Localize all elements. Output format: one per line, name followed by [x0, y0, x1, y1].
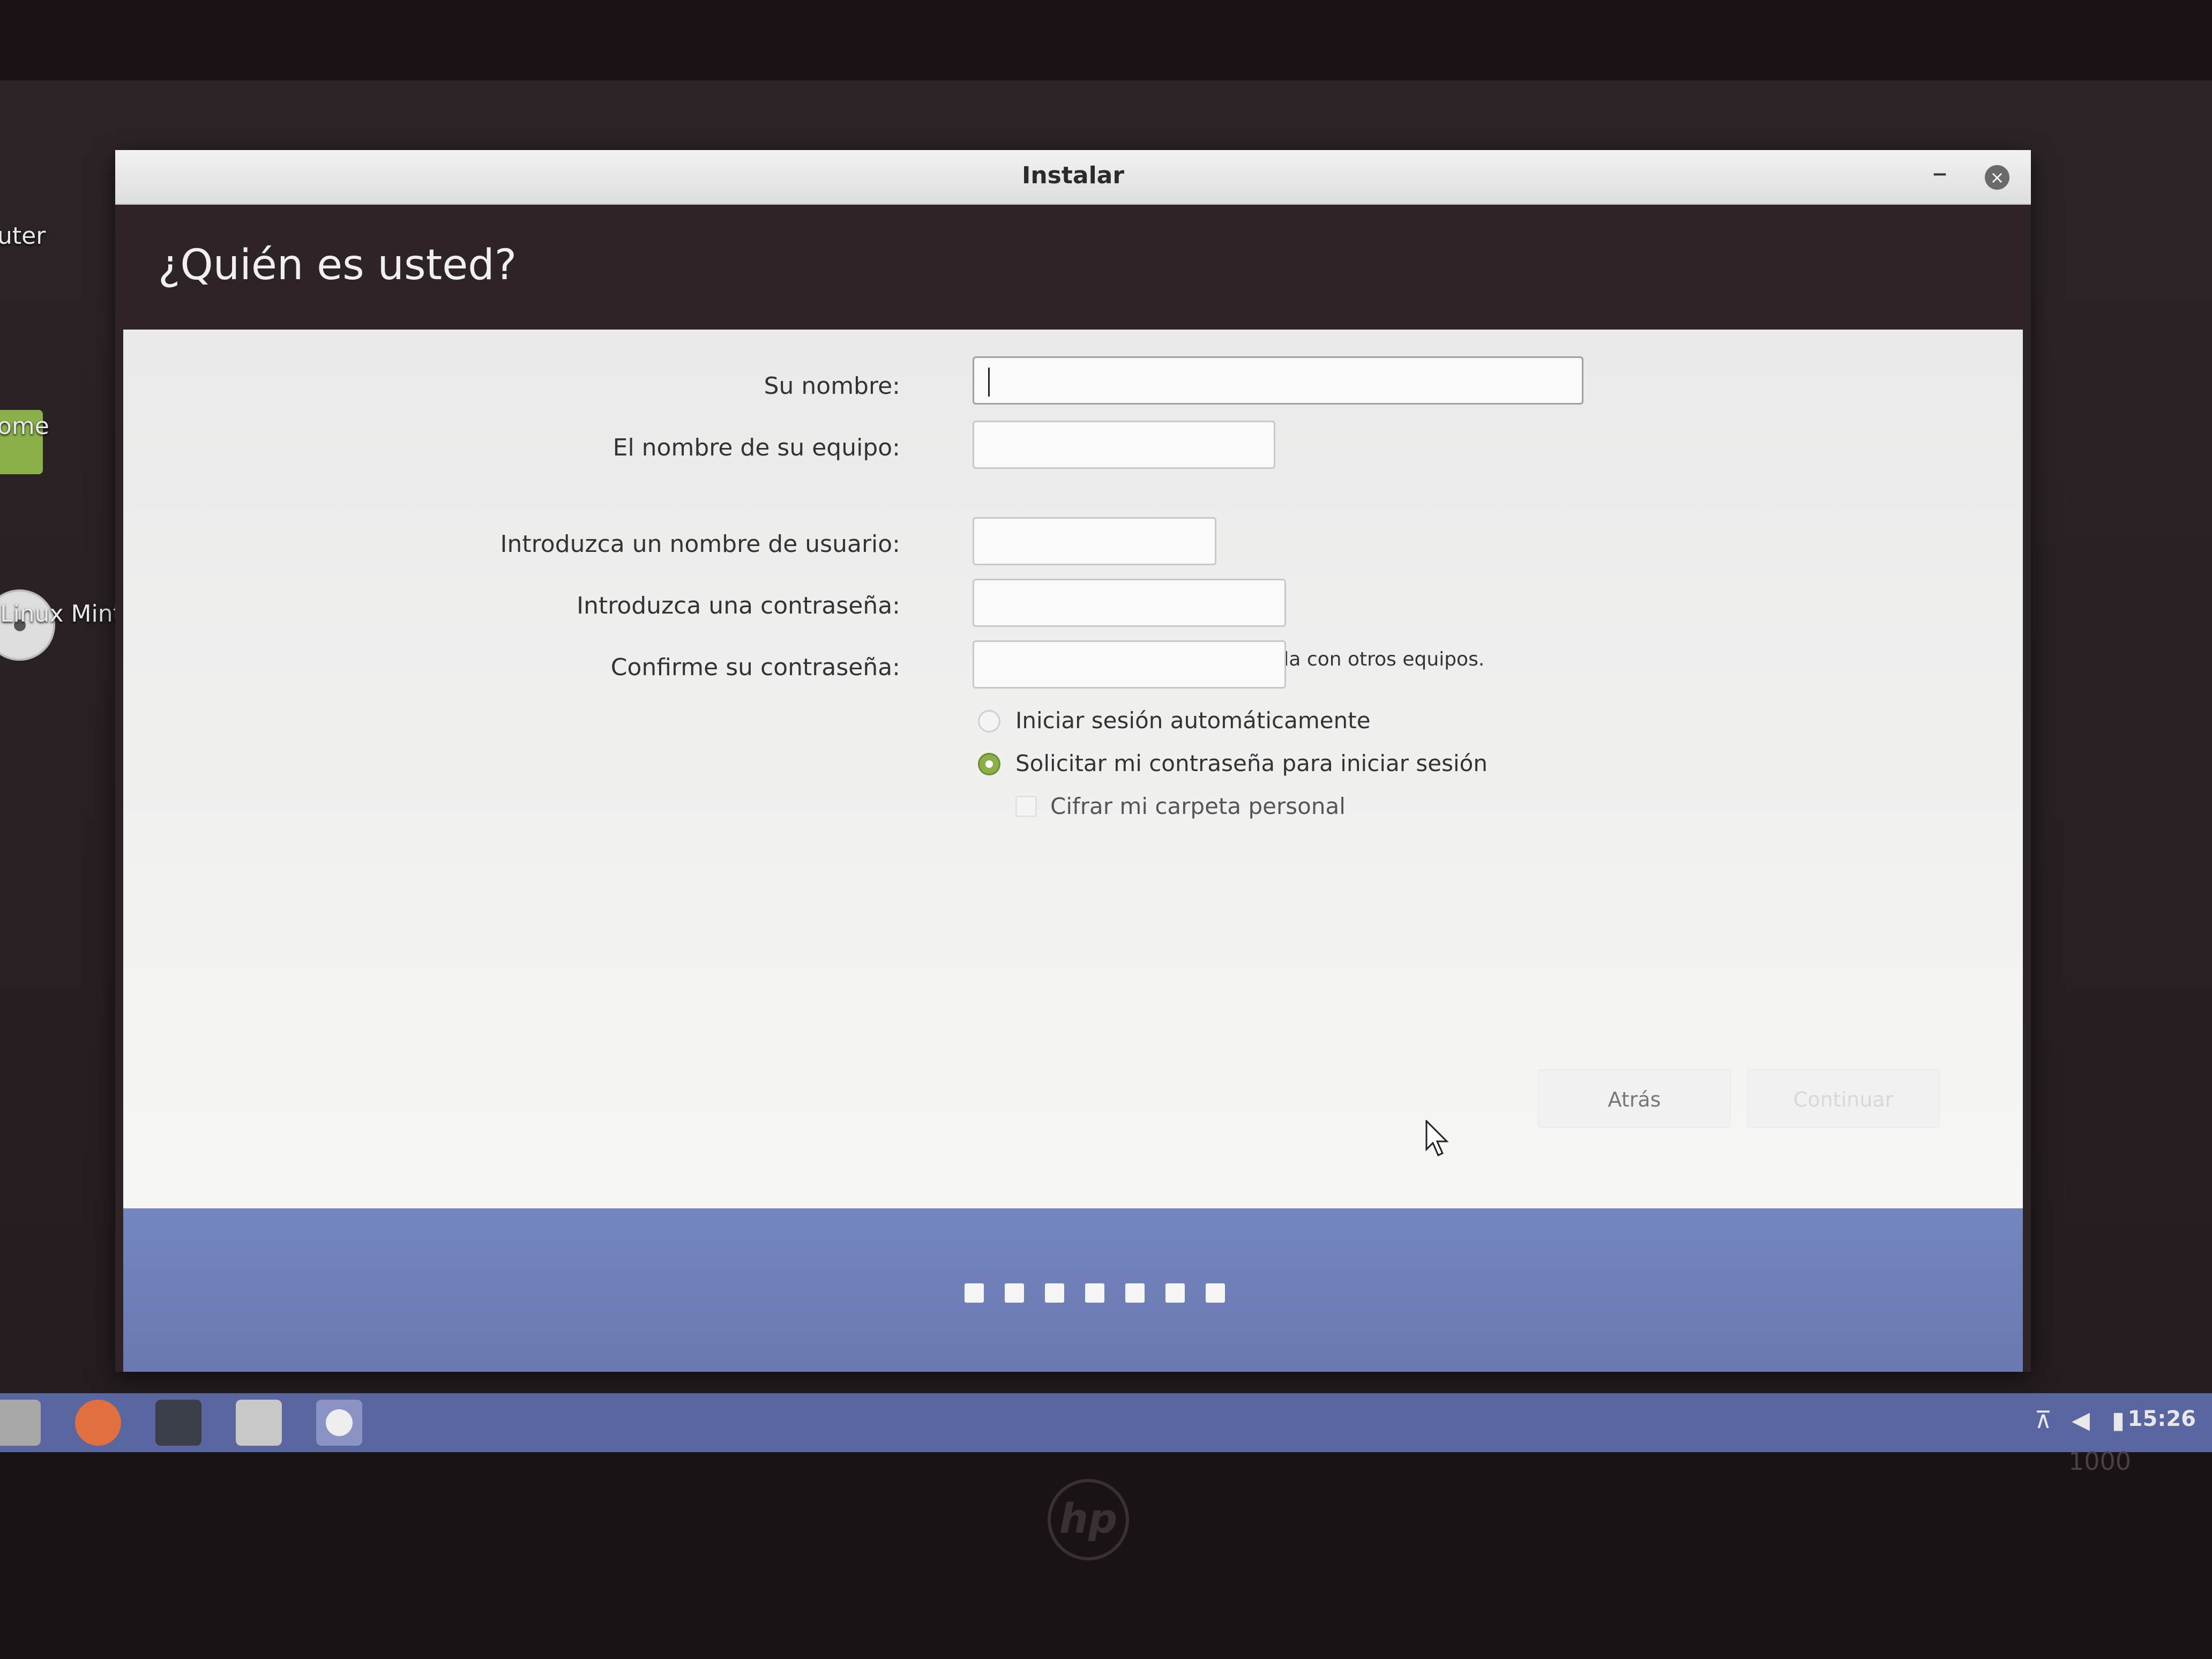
- hp-logo: hp: [1048, 1479, 1129, 1560]
- progress-step: [1206, 1283, 1225, 1303]
- page-title: ¿Quién es usted?: [158, 241, 517, 289]
- monitor-bezel-top: [0, 0, 2212, 80]
- model-number: 1000: [2068, 1447, 2132, 1476]
- encrypt-home-checkbox[interactable]: [1015, 796, 1037, 817]
- computer-name-label: El nombre de su equipo:: [612, 434, 900, 461]
- continue-button[interactable]: Continuar: [1747, 1069, 1940, 1128]
- volume-icon[interactable]: ◀: [2067, 1407, 2094, 1436]
- terminal-icon[interactable]: [155, 1400, 201, 1446]
- installer-disc-icon[interactable]: [316, 1400, 362, 1446]
- username-input[interactable]: [973, 517, 1216, 565]
- name-input[interactable]: [973, 356, 1583, 405]
- progress-step: [1125, 1283, 1145, 1303]
- folder-icon[interactable]: [236, 1400, 282, 1446]
- text-caret: [988, 368, 990, 397]
- progress-step: [965, 1283, 984, 1303]
- progress-step: [1005, 1283, 1024, 1303]
- password-label: Introduzca una contraseña:: [577, 592, 900, 619]
- title-bar[interactable]: Instalar – ×: [115, 150, 2031, 205]
- network-icon[interactable]: ⊼: [2030, 1407, 2057, 1436]
- desktop-icon-linuxmint-label: Linux Mint: [0, 600, 122, 627]
- require-password-radio[interactable]: [978, 753, 1000, 775]
- confirm-password-input[interactable]: [973, 640, 1286, 689]
- firefox-icon[interactable]: [75, 1400, 121, 1446]
- files-icon[interactable]: [0, 1400, 41, 1446]
- name-label: Su nombre:: [764, 372, 900, 400]
- username-label: Introduzca un nombre de usuario:: [500, 530, 900, 558]
- password-input[interactable]: [973, 579, 1286, 627]
- computer-name-input[interactable]: [973, 421, 1275, 469]
- back-button[interactable]: Atrás: [1538, 1069, 1731, 1128]
- progress-step: [1085, 1283, 1104, 1303]
- autologin-label[interactable]: Iniciar sesión automáticamente: [1015, 707, 1371, 734]
- desktop-icon-home-label: ome: [0, 413, 49, 440]
- progress-step: [1165, 1283, 1185, 1303]
- encrypt-home-label[interactable]: Cifrar mi carpeta personal: [1050, 793, 1346, 819]
- progress-step: [1045, 1283, 1064, 1303]
- close-button[interactable]: ×: [1985, 165, 2009, 190]
- confirm-password-label: Confirme su contraseña:: [610, 654, 900, 681]
- minimize-button[interactable]: –: [1924, 155, 1956, 193]
- taskbar: ⊼ ◀ ▮ 15:26: [0, 1393, 2212, 1452]
- form-panel: Su nombre: El nombre de su equipo: El no…: [123, 330, 2023, 1208]
- installer-window: Instalar – × ¿Quién es usted? Su nombre:…: [115, 150, 2031, 1372]
- clock[interactable]: 15:26: [2128, 1407, 2196, 1431]
- require-password-label[interactable]: Solicitar mi contraseña para iniciar ses…: [1015, 750, 1488, 776]
- desktop-icon-computer-label: uter: [0, 222, 46, 250]
- progress-footer: [123, 1208, 2023, 1372]
- autologin-radio[interactable]: [978, 710, 1000, 733]
- window-title: Instalar: [1021, 162, 1125, 189]
- disc-icon: [326, 1409, 353, 1436]
